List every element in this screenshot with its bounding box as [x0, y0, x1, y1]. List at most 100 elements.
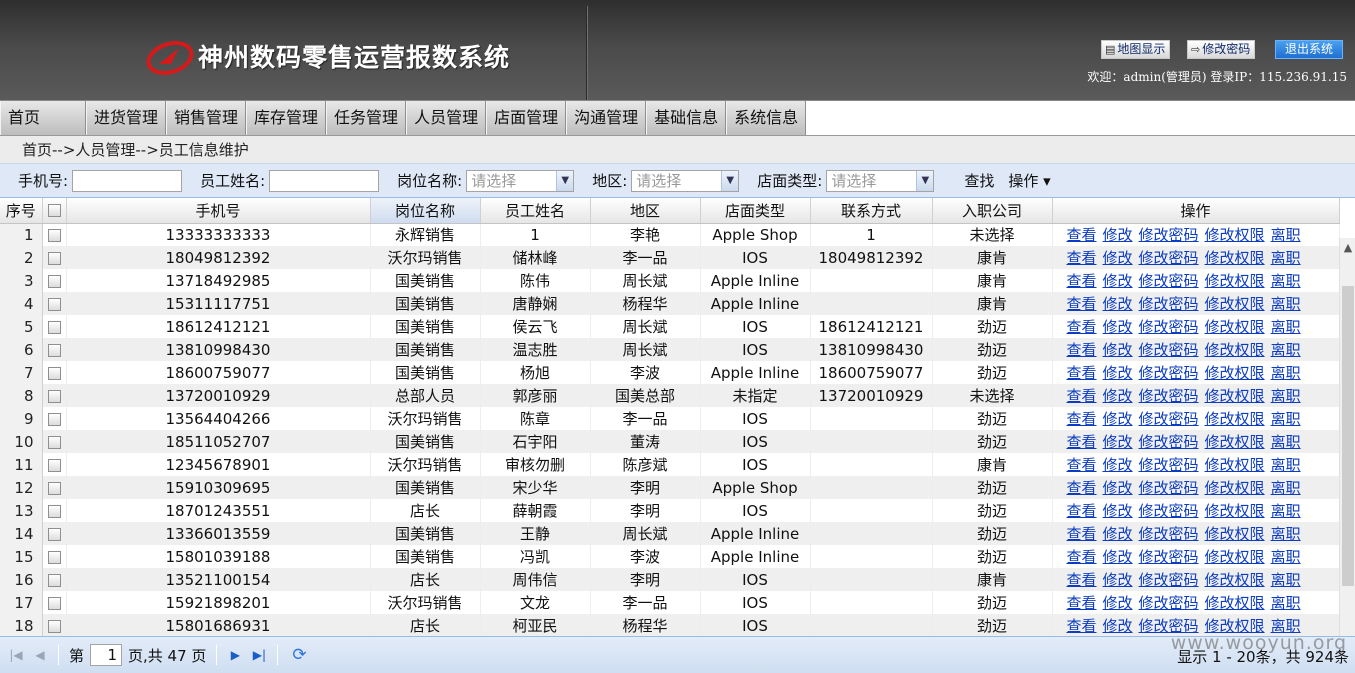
edit-link[interactable]: 修改 [1103, 318, 1133, 336]
table-row[interactable]: 17 15921898201 沃尔玛销售 文龙 李一品 IOS 劲迈 查看 修改 修改密码 修改权限… [0, 591, 1340, 614]
column-header-name[interactable]: 员工姓名 [480, 198, 591, 224]
checkbox-icon[interactable] [47, 435, 61, 449]
change-permission-link[interactable]: 修改权限 [1205, 525, 1265, 543]
search-button[interactable]: 查找 [964, 170, 994, 191]
checkbox-icon[interactable] [47, 412, 61, 426]
edit-link[interactable]: 修改 [1103, 295, 1133, 313]
change-permission-link[interactable]: 修改权限 [1205, 272, 1265, 290]
checkbox-icon[interactable] [47, 389, 61, 403]
view-link[interactable]: 查看 [1067, 502, 1097, 520]
change-password-link[interactable]: 修改密码 [1139, 548, 1199, 566]
resign-link[interactable]: 离职 [1271, 410, 1301, 428]
page-number-input[interactable]: 1 [90, 644, 123, 666]
column-header-region[interactable]: 地区 [590, 198, 701, 224]
change-password-link[interactable]: 修改密码 [1139, 249, 1199, 267]
nav-system-info[interactable]: 系统信息 [726, 101, 807, 135]
edit-link[interactable]: 修改 [1103, 525, 1133, 543]
edit-link[interactable]: 修改 [1103, 502, 1133, 520]
view-link[interactable]: 查看 [1067, 433, 1097, 451]
row-checkbox[interactable] [42, 545, 67, 568]
row-checkbox[interactable] [42, 430, 67, 453]
change-password-link[interactable]: 修改密码 [1139, 226, 1199, 244]
table-row[interactable]: 13 18701243551 店长 薛朝霞 李明 IOS 劲迈 查看 修改 修改密码 修改权限 离职 [0, 499, 1340, 522]
checkbox-icon[interactable] [47, 573, 61, 587]
table-row[interactable]: 5 18612412121 国美销售 侯云飞 周长斌 IOS 18612412121 劲迈 查看… [0, 315, 1340, 338]
checkbox-icon[interactable] [47, 320, 61, 334]
chevron-down-icon[interactable]: ▼ [721, 170, 739, 191]
chevron-down-icon[interactable]: ▼ [556, 170, 574, 191]
change-password-link[interactable]: 修改密码 [1139, 479, 1199, 497]
checkbox-icon[interactable] [47, 366, 61, 380]
map-view-button[interactable]: ▤ 地图显示 [1101, 40, 1171, 59]
row-checkbox[interactable] [42, 499, 67, 522]
table-row[interactable]: 10 18511052707 国美销售 石宇阳 董涛 IOS 劲迈 查看 修改 修改密码 修改权限离… [0, 430, 1340, 453]
edit-link[interactable]: 修改 [1103, 571, 1133, 589]
change-permission-link[interactable]: 修改权限 [1205, 249, 1265, 267]
change-permission-link[interactable]: 修改权限 [1205, 548, 1265, 566]
edit-link[interactable]: 修改 [1103, 594, 1133, 612]
edit-link[interactable]: 修改 [1103, 456, 1133, 474]
column-header-store-type[interactable]: 店面类型 [700, 198, 811, 224]
checkbox-icon[interactable] [47, 274, 61, 288]
nav-tasks[interactable]: 任务管理 [326, 101, 407, 135]
checkbox-icon[interactable] [47, 550, 61, 564]
row-checkbox[interactable] [42, 614, 67, 636]
table-row[interactable]: 3 13718492985 国美销售 陈伟 周长斌 Apple Inline 康肯 查看 修改修… [0, 269, 1340, 292]
resign-link[interactable]: 离职 [1271, 272, 1301, 290]
checkbox-icon[interactable] [47, 481, 61, 495]
first-page-icon[interactable]: |◀ [8, 648, 24, 662]
change-permission-link[interactable]: 修改权限 [1205, 364, 1265, 382]
view-link[interactable]: 查看 [1067, 456, 1097, 474]
edit-link[interactable]: 修改 [1103, 226, 1133, 244]
last-page-icon[interactable]: ▶| [251, 648, 267, 662]
nav-home[interactable]: 首页 [0, 101, 86, 135]
nav-personnel[interactable]: 人员管理 [406, 101, 487, 135]
row-checkbox[interactable] [42, 338, 67, 361]
table-row[interactable]: 9 13564404266 沃尔玛销售 陈章 李一品 IOS 劲迈 查看 修改 修改密码 修改权限离… [0, 407, 1340, 430]
row-checkbox[interactable] [42, 361, 67, 384]
checkbox-icon[interactable] [47, 458, 61, 472]
resign-link[interactable]: 离职 [1271, 249, 1301, 267]
row-checkbox[interactable] [42, 292, 67, 315]
change-password-link[interactable]: 修改密码 [1139, 272, 1199, 290]
next-page-icon[interactable]: ▶ [227, 648, 243, 662]
resign-link[interactable]: 离职 [1271, 456, 1301, 474]
resign-link[interactable]: 离职 [1271, 502, 1301, 520]
checkbox-icon[interactable] [47, 297, 61, 311]
view-link[interactable]: 查看 [1067, 295, 1097, 313]
edit-link[interactable]: 修改 [1103, 249, 1133, 267]
phone-input[interactable] [72, 169, 183, 192]
nav-stores[interactable]: 店面管理 [486, 101, 567, 135]
change-password-button[interactable]: ⇨ 修改密码 [1187, 40, 1256, 59]
change-permission-link[interactable]: 修改权限 [1205, 410, 1265, 428]
nav-inventory[interactable]: 库存管理 [246, 101, 327, 135]
prev-page-icon[interactable]: ◀ [32, 648, 48, 662]
row-checkbox[interactable] [42, 269, 67, 292]
region-select[interactable]: 请选择 ▼ [631, 169, 740, 192]
edit-link[interactable]: 修改 [1103, 433, 1133, 451]
table-row[interactable]: 12 15910309695 国美销售 宋少华 李明 Apple Shop 劲迈 查看 修改 修改… [0, 476, 1340, 499]
row-checkbox[interactable] [42, 453, 67, 476]
change-permission-link[interactable]: 修改权限 [1205, 341, 1265, 359]
edit-link[interactable]: 修改 [1103, 479, 1133, 497]
change-password-link[interactable]: 修改密码 [1139, 364, 1199, 382]
resign-link[interactable]: 离职 [1271, 364, 1301, 382]
select-all-checkbox[interactable] [42, 198, 67, 224]
view-link[interactable]: 查看 [1067, 548, 1097, 566]
change-password-link[interactable]: 修改密码 [1139, 456, 1199, 474]
table-row[interactable]: 6 13810998430 国美销售 温志胜 周长斌 IOS 13810998430 劲迈 查看… [0, 338, 1340, 361]
row-checkbox[interactable] [42, 223, 67, 246]
view-link[interactable]: 查看 [1067, 410, 1097, 428]
change-permission-link[interactable]: 修改权限 [1205, 594, 1265, 612]
column-header-index[interactable]: 序号 [0, 198, 43, 224]
change-permission-link[interactable]: 修改权限 [1205, 295, 1265, 313]
checkbox-icon[interactable] [47, 596, 61, 610]
view-link[interactable]: 查看 [1067, 272, 1097, 290]
view-link[interactable]: 查看 [1067, 249, 1097, 267]
checkbox-icon[interactable] [47, 619, 61, 633]
resign-link[interactable]: 离职 [1271, 571, 1301, 589]
change-password-link[interactable]: 修改密码 [1139, 318, 1199, 336]
column-header-contact[interactable]: 联系方式 [810, 198, 933, 224]
resign-link[interactable]: 离职 [1271, 387, 1301, 405]
chevron-down-icon[interactable]: ▼ [916, 170, 934, 191]
